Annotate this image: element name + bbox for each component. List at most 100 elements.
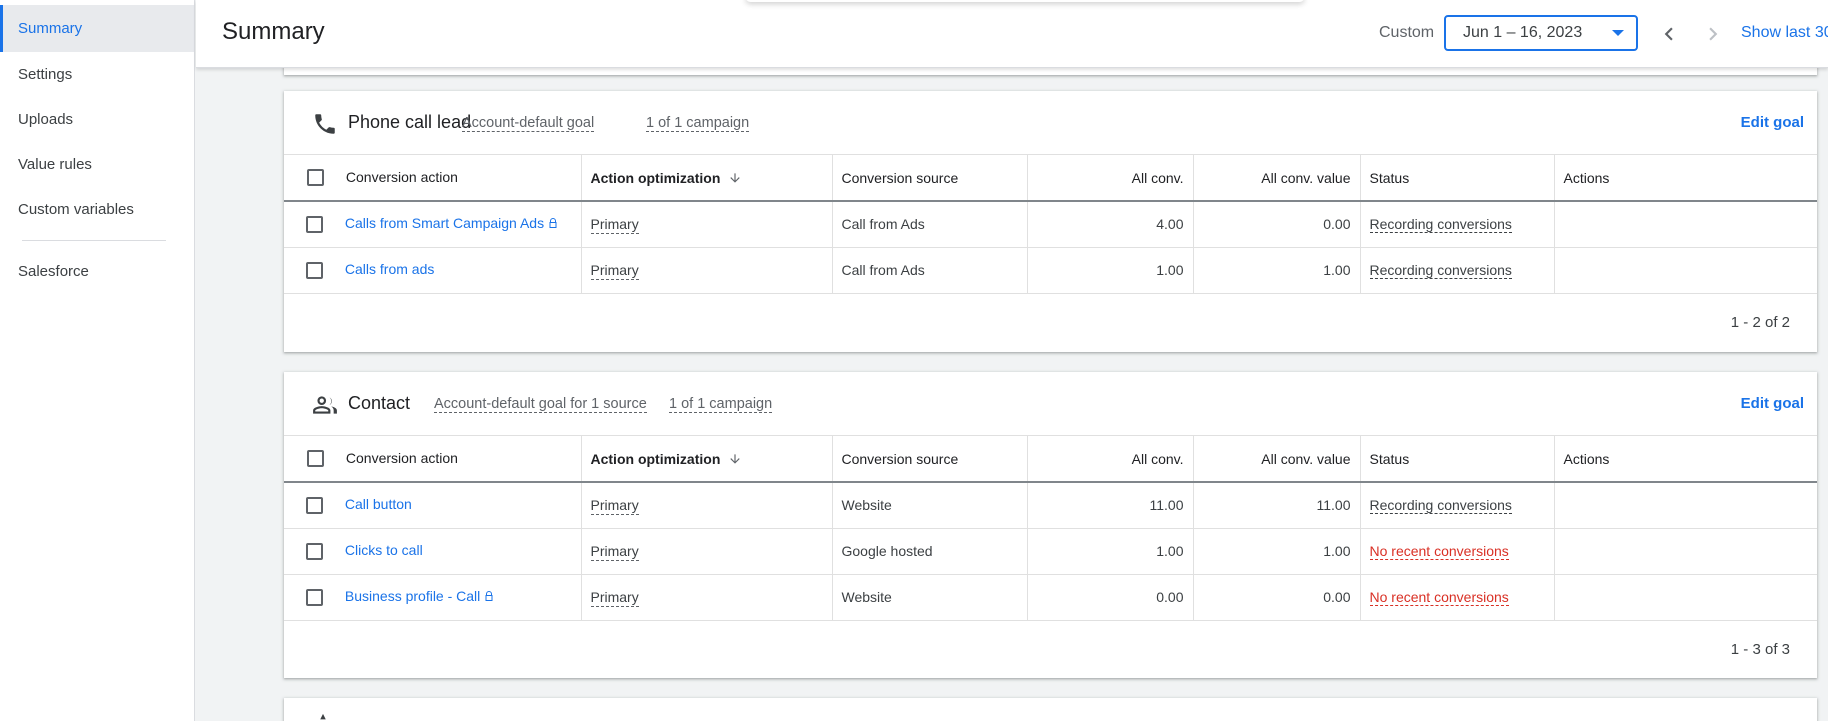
edit-goal-button[interactable]: Edit goal bbox=[1741, 395, 1804, 412]
action-cell: Call button bbox=[284, 482, 582, 529]
header-cell-all-conv: All conv. bbox=[1027, 155, 1194, 202]
optimization-value[interactable]: Primary bbox=[590, 262, 639, 280]
edit-goal-button[interactable]: Edit goal bbox=[1741, 114, 1804, 131]
actions-cell bbox=[1554, 482, 1817, 529]
sidebar: Summary Settings Uploads Value rules Cus… bbox=[0, 0, 195, 721]
column-header: Conversion action bbox=[345, 168, 458, 185]
all-conv-value-cell: 1.00 bbox=[1193, 247, 1361, 294]
status-value[interactable]: Recording conversions bbox=[1369, 497, 1512, 515]
header-cell-status: Status bbox=[1360, 436, 1555, 483]
goal-icon bbox=[320, 713, 326, 720]
table-header-row: Conversion action Action optimization Co… bbox=[284, 436, 1817, 483]
optimization-value[interactable]: Primary bbox=[590, 589, 639, 607]
status-cell: Recording conversions bbox=[1360, 482, 1555, 529]
phone-icon bbox=[315, 114, 335, 134]
all-conv-value-cell: 0.00 bbox=[1193, 574, 1361, 621]
status-value[interactable]: Recording conversions bbox=[1369, 262, 1512, 279]
table-row: Clicks to call Primary Google hosted 1.0… bbox=[284, 528, 1817, 575]
status-cell: Recording conversions bbox=[1360, 201, 1555, 248]
header-cell-status: Status bbox=[1360, 155, 1555, 202]
goal-card-header: Contact Account-default goal for 1 sourc… bbox=[284, 372, 1817, 436]
arrow-down-icon bbox=[730, 453, 741, 464]
optimization-value[interactable]: Primary bbox=[590, 543, 639, 561]
goal-card-next bbox=[284, 698, 1817, 721]
header-cell-conversion-source: Conversion source bbox=[832, 155, 1028, 202]
actions-cell bbox=[1554, 574, 1817, 621]
dropdown-caret-icon bbox=[1612, 30, 1624, 36]
date-preset-label: Custom bbox=[1379, 24, 1435, 41]
row-checkbox[interactable] bbox=[306, 497, 323, 515]
sidebar-item-value-rules[interactable]: Value rules bbox=[0, 142, 194, 187]
sidebar-divider bbox=[22, 240, 166, 241]
optimization-cell: Primary bbox=[581, 528, 833, 575]
source-cell: Website bbox=[832, 482, 1028, 529]
optimization-value[interactable]: Primary bbox=[590, 497, 639, 516]
goal-campaign-meta[interactable]: 1 of 1 campaign bbox=[646, 115, 750, 132]
row-checkbox[interactable] bbox=[306, 588, 323, 606]
all-conv-cell: 4.00 bbox=[1027, 201, 1194, 248]
date-range-value: Jun 1 – 16, 2023 bbox=[1463, 24, 1583, 41]
row-checkbox[interactable] bbox=[306, 216, 323, 234]
select-all-checkbox[interactable] bbox=[307, 450, 324, 468]
status-value[interactable]: No recent conversions bbox=[1369, 543, 1509, 560]
goal-default-meta[interactable]: Account-default goal bbox=[462, 115, 595, 132]
status-value[interactable]: No recent conversions bbox=[1369, 589, 1509, 606]
optimization-cell: Primary bbox=[581, 574, 833, 621]
sidebar-item-settings[interactable]: Settings bbox=[0, 52, 194, 97]
conversion-action-link[interactable]: Call button bbox=[345, 496, 412, 512]
conversion-action-link[interactable]: Clicks to call bbox=[345, 542, 423, 558]
optimization-cell: Primary bbox=[581, 201, 833, 248]
optimization-value[interactable]: Primary bbox=[590, 216, 639, 235]
action-cell: Business profile - Call bbox=[284, 574, 582, 621]
chevron-right-icon[interactable] bbox=[1700, 21, 1726, 47]
show-last-30-days-button[interactable]: Show last 30 days bbox=[1741, 24, 1828, 42]
row-checkbox[interactable] bbox=[306, 542, 323, 560]
select-all-checkbox[interactable] bbox=[307, 169, 324, 187]
conversion-action-link[interactable]: Calls from Smart Campaign Ads bbox=[345, 215, 544, 231]
header-cell-conversion-source: Conversion source bbox=[832, 436, 1028, 483]
top-bar: Summary Custom Jun 1 – 16, 2023 Show las… bbox=[196, 0, 1828, 68]
conversion-actions-table: Conversion action Action optimization Co… bbox=[284, 155, 1817, 294]
status-cell: Recording conversions bbox=[1360, 247, 1555, 294]
column-header: Conversion action bbox=[345, 449, 458, 466]
header-cell-conversion-action: Conversion action bbox=[284, 436, 582, 483]
people-icon bbox=[313, 396, 337, 414]
all-conv-cell: 1.00 bbox=[1027, 528, 1194, 575]
chevron-left-icon[interactable] bbox=[1656, 21, 1682, 47]
header-cell-all-conv-value: All conv. value bbox=[1193, 155, 1361, 202]
sidebar-item-summary[interactable]: Summary bbox=[0, 5, 194, 52]
arrow-down-icon bbox=[730, 172, 741, 183]
action-cell: Calls from Smart Campaign Ads bbox=[284, 201, 582, 248]
source-cell: Website bbox=[832, 574, 1028, 621]
status-value[interactable]: Recording conversions bbox=[1369, 216, 1512, 234]
status-cell: No recent conversions bbox=[1360, 574, 1555, 621]
row-checkbox[interactable] bbox=[306, 261, 323, 279]
table-header-row: Conversion action Action optimization Co… bbox=[284, 155, 1817, 202]
all-conv-value-cell: 0.00 bbox=[1193, 201, 1361, 248]
actions-cell bbox=[1554, 247, 1817, 294]
sidebar-item-custom-variables[interactable]: Custom variables bbox=[0, 187, 194, 232]
date-range-select[interactable]: Jun 1 – 16, 2023 bbox=[1444, 15, 1638, 51]
sidebar-item-salesforce[interactable]: Salesforce bbox=[0, 249, 194, 294]
conversion-actions-table: Conversion action Action optimization Co… bbox=[284, 436, 1817, 621]
conversion-action-link[interactable]: Calls from ads bbox=[345, 261, 434, 277]
column-header: Action optimization bbox=[590, 450, 721, 467]
goal-title: Contact bbox=[348, 393, 411, 413]
goal-default-meta[interactable]: Account-default goal for 1 source bbox=[434, 396, 647, 413]
floating-panel-edge bbox=[745, 0, 1305, 2]
column-header: Action optimization bbox=[590, 169, 721, 186]
optimization-cell: Primary bbox=[581, 247, 833, 294]
source-cell: Call from Ads bbox=[832, 201, 1028, 248]
sidebar-item-uploads[interactable]: Uploads bbox=[0, 97, 194, 142]
optimization-cell: Primary bbox=[581, 482, 833, 529]
action-cell: Calls from ads bbox=[284, 247, 582, 294]
goal-campaign-meta[interactable]: 1 of 1 campaign bbox=[669, 396, 773, 413]
table-row: Business profile - Call Primary Website … bbox=[284, 574, 1817, 621]
all-conv-cell: 1.00 bbox=[1027, 247, 1194, 294]
conversion-action-link[interactable]: Business profile - Call bbox=[345, 588, 480, 604]
header-cell-action-optimization[interactable]: Action optimization bbox=[581, 436, 833, 483]
actions-cell bbox=[1554, 528, 1817, 575]
goal-title: Phone call lead bbox=[348, 112, 472, 132]
header-cell-action-optimization[interactable]: Action optimization bbox=[581, 155, 833, 202]
header-cell-actions: Actions bbox=[1554, 155, 1817, 202]
